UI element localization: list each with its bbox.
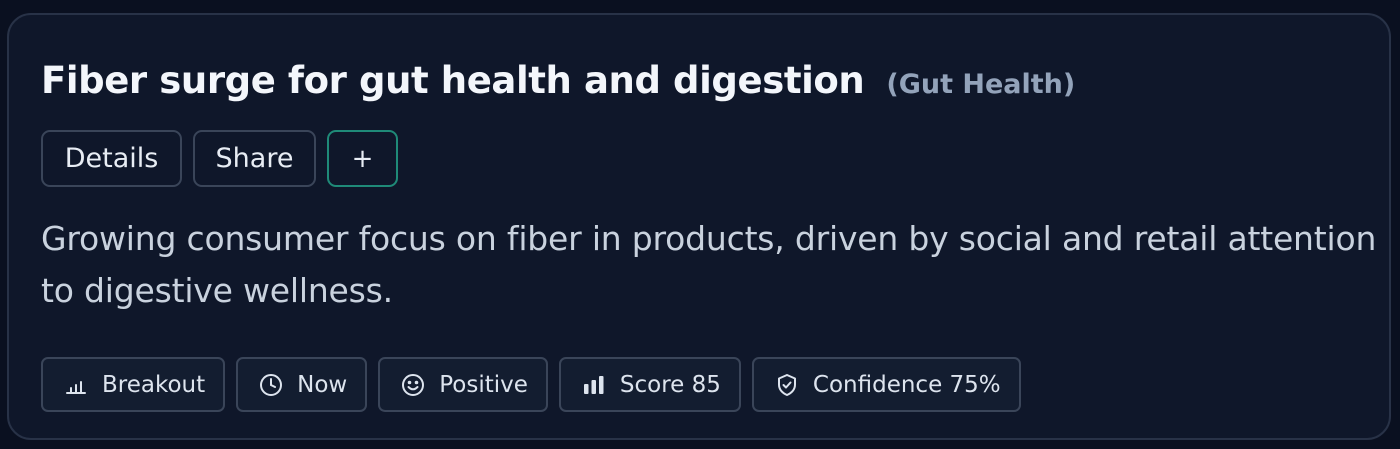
badge-label: Score 85 [619, 371, 721, 398]
score-badge: Score 85 [558, 357, 741, 412]
smile-icon [400, 372, 426, 398]
sentiment-badge: Positive [378, 357, 548, 412]
clock-icon [258, 372, 284, 398]
details-button[interactable]: Details [41, 130, 182, 187]
confidence-badge: Confidence 75% [751, 357, 1021, 412]
trend-description: Growing consumer focus on fiber in produ… [41, 219, 1377, 310]
badge-label: Breakout [102, 371, 206, 398]
badge-row: Breakout Now Positive Score 85 Confidenc… [41, 357, 1021, 412]
share-button[interactable]: Share [193, 130, 316, 187]
badge-label: Now [297, 371, 348, 398]
status-badge-breakout: Breakout [41, 357, 226, 412]
title-row: Fiber surge for gut health and digestion… [41, 59, 1075, 102]
action-buttons: Details Share + [41, 130, 398, 187]
add-button[interactable]: + [327, 130, 398, 187]
trend-card: Fiber surge for gut health and digestion… [7, 13, 1391, 440]
shield-check-icon [774, 372, 800, 398]
badge-label: Confidence 75% [812, 371, 1001, 398]
category-label: Gut Health [886, 69, 1075, 100]
bar-chart-rising-icon [63, 372, 89, 398]
bar-chart-icon [581, 372, 607, 398]
timing-badge: Now [236, 357, 368, 412]
trend-title: Fiber surge for gut health and digestion [41, 59, 865, 102]
badge-label: Positive [439, 371, 528, 398]
